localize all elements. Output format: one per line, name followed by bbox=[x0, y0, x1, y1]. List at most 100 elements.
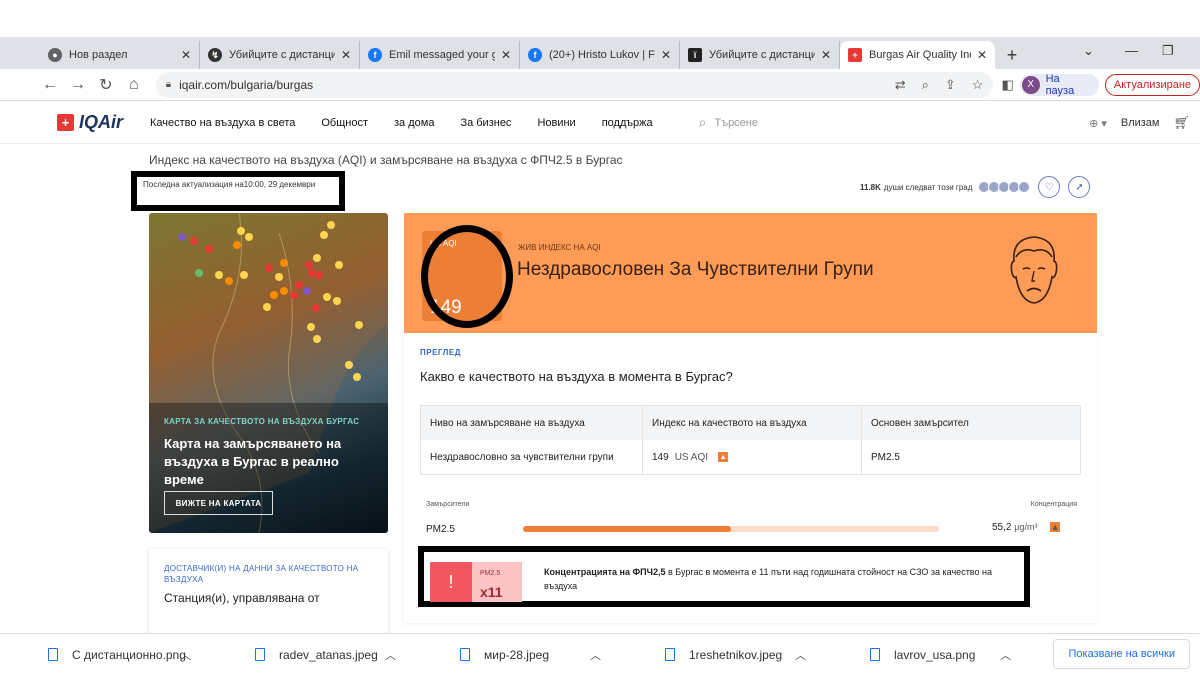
address-bar[interactable]: 🔒︎ iqair.com/bulgaria/burgas ⇄ ⌕ ⇪ ☆ bbox=[155, 71, 994, 98]
back-icon[interactable]: ← bbox=[38, 76, 62, 94]
follower-avatars bbox=[978, 181, 1031, 193]
update-button[interactable]: Актуализиране bbox=[1104, 73, 1200, 96]
site-header: + IQAir Качество на въздуха в света Общн… bbox=[0, 102, 1200, 144]
language-globe-icon[interactable]: ⊕ ▾ bbox=[1089, 117, 1107, 130]
chevron-up-icon[interactable]: ︿ bbox=[1000, 647, 1011, 663]
nav-community[interactable]: Общност bbox=[321, 117, 368, 129]
last-updated: Последна актуализация на10:00, 29 декемв… bbox=[131, 171, 345, 211]
chevron-up-icon[interactable]: ︿ bbox=[180, 647, 191, 663]
pm-label: PM2.5 bbox=[480, 570, 501, 577]
who-alert: ! PM2.5 x11 Концентрацията на ФПЧ2,5 в Б… bbox=[418, 546, 1030, 607]
aqi-index-cell: 149 US AQI ▲ bbox=[643, 440, 862, 474]
concentration-bar bbox=[523, 526, 939, 532]
download-item[interactable]: radev_atanas.jpeg ︿ bbox=[205, 648, 410, 662]
tab-5[interactable]: + Burgas Air Quality Ind ✕ bbox=[840, 41, 995, 69]
tab-search-icon[interactable]: ⌄ bbox=[1083, 37, 1094, 65]
reload-icon[interactable]: ↻ bbox=[94, 75, 118, 95]
iqair-logo[interactable]: + IQAir bbox=[57, 112, 123, 133]
profile-button[interactable]: X На пауза bbox=[1019, 73, 1099, 97]
tab-4[interactable]: ї Убийците с дистанци ✕ bbox=[680, 41, 840, 69]
search-icon: ⌕ bbox=[698, 114, 707, 130]
nav-support[interactable]: поддържа bbox=[602, 117, 653, 129]
close-icon[interactable]: ✕ bbox=[661, 48, 671, 62]
status-badge: ▲ bbox=[1050, 522, 1061, 532]
view-map-button[interactable]: ВИЖТЕ НА КАРТАТА bbox=[164, 491, 273, 515]
map-card[interactable]: КАРТА ЗА КАЧЕСТВОТО НА ВЪЗДУХА БУРГАС Ка… bbox=[149, 213, 388, 533]
swiss-cross-icon: + bbox=[57, 114, 74, 131]
show-all-downloads-button[interactable]: Показване на всички bbox=[1053, 639, 1190, 669]
download-item[interactable]: С дистанционно.png ︿ bbox=[0, 648, 205, 662]
close-icon[interactable]: ✕ bbox=[501, 48, 511, 62]
forward-icon[interactable]: → bbox=[66, 76, 90, 94]
cart-icon[interactable]: 🛒︎ bbox=[1173, 115, 1190, 131]
concentration-bar-fill bbox=[523, 526, 731, 532]
pollution-level: Нездравословно за чувствителни групи bbox=[421, 440, 643, 474]
chevron-up-icon[interactable]: ︿ bbox=[385, 647, 396, 663]
file-icon bbox=[460, 648, 470, 661]
site-icon: ↯ bbox=[208, 48, 222, 62]
chevron-up-icon[interactable]: ︿ bbox=[590, 647, 601, 663]
pollutants-header: Замърсители bbox=[426, 501, 470, 508]
facebook-icon: f bbox=[368, 48, 382, 62]
bookmark-star-icon[interactable]: ☆ bbox=[972, 77, 984, 93]
browser-toolbar: ← → ↻ ⌂ 🔒︎ iqair.com/bulgaria/burgas ⇄ ⌕… bbox=[0, 69, 1200, 101]
concentration-header: Концентрация bbox=[1030, 501, 1077, 508]
provider-label: ДОСТАВЧИК(И) НА ДАННИ ЗА КАЧЕСТВОТО НА В… bbox=[164, 564, 359, 584]
download-item[interactable]: 1reshetnikov.jpeg ︿ bbox=[615, 648, 820, 662]
warning-icon: ! bbox=[430, 562, 472, 602]
sad-face-icon bbox=[1010, 236, 1058, 304]
chevron-up-icon[interactable]: ︿ bbox=[795, 647, 806, 663]
download-item[interactable]: lavrov_usa.png ︿ bbox=[820, 648, 1025, 662]
window-titlebar bbox=[0, 0, 1200, 37]
overview-question: Какво е качеството на въздуха в момента … bbox=[420, 369, 733, 384]
table-header: Индекс на качеството на въздуха bbox=[643, 406, 862, 440]
aqi-index-value: 149 bbox=[652, 451, 669, 463]
minimize-icon[interactable]: — bbox=[1125, 37, 1138, 65]
globe-icon: ● bbox=[48, 48, 62, 62]
lock-icon: 🔒︎ bbox=[165, 79, 172, 90]
share-icon[interactable]: ⇪ bbox=[945, 77, 956, 93]
nav-home[interactable]: за дома bbox=[394, 117, 434, 129]
follow-heart-icon[interactable]: ♡ bbox=[1038, 176, 1061, 198]
provider-card: ДОСТАВЧИК(И) НА ДАННИ ЗА КАЧЕСТВОТО НА В… bbox=[149, 549, 388, 639]
overview-label: ПРЕГЛЕД bbox=[420, 348, 461, 357]
close-icon[interactable]: ✕ bbox=[341, 48, 351, 62]
tab-2[interactable]: f Emil messaged your g ✕ bbox=[360, 41, 520, 69]
tab-0[interactable]: ● Нов раздел ✕ bbox=[0, 41, 200, 69]
status-badge: ▲ bbox=[718, 452, 729, 462]
table-row: Нездравословно за чувствителни групи 149… bbox=[421, 440, 1080, 474]
restore-icon[interactable]: ❐ bbox=[1162, 37, 1174, 65]
close-icon[interactable]: ✕ bbox=[821, 48, 831, 62]
station-text: Станция(и), управлявана от bbox=[164, 591, 320, 605]
main-pollutant: PM2.5 bbox=[871, 451, 900, 463]
aqi-card: US AQI 149 ЖИВ ИНДЕКС НА AQI Нездравосло… bbox=[404, 213, 1097, 333]
nav-business[interactable]: За бизнес bbox=[460, 117, 511, 129]
home-icon[interactable]: ⌂ bbox=[122, 76, 146, 94]
close-icon[interactable]: ✕ bbox=[977, 48, 987, 62]
aqi-index-unit: US AQI bbox=[674, 451, 709, 463]
login-link[interactable]: Влизам bbox=[1121, 117, 1160, 129]
concentration-unit: µg/m³ bbox=[1014, 522, 1038, 532]
table-header: Основен замърсител bbox=[871, 417, 969, 429]
file-icon bbox=[870, 648, 880, 661]
share-arrow-icon[interactable]: ➚ bbox=[1068, 176, 1091, 198]
pollutant-name: PM2.5 bbox=[426, 524, 455, 535]
table-header: Ниво на замърсяване на въздуха bbox=[421, 406, 643, 440]
tab-1[interactable]: ↯ Убийците с дистанци ✕ bbox=[200, 41, 360, 69]
followers-count: 11.8K bbox=[860, 182, 881, 192]
avatar: X bbox=[1021, 75, 1040, 94]
nav-world-air-quality[interactable]: Качество на въздуха в света bbox=[150, 117, 295, 129]
search-input[interactable]: ⌕ Търсене bbox=[699, 114, 758, 131]
annotation-circle bbox=[421, 225, 513, 328]
side-panel-icon[interactable]: ◧ bbox=[1001, 77, 1013, 93]
map-card-label: КАРТА ЗА КАЧЕСТВОТО НА ВЪЗДУХА БУРГАС bbox=[164, 417, 360, 426]
translate-icon[interactable]: ⇄ bbox=[895, 77, 906, 93]
aqi-table: Ниво на замърсяване на въздуха Индекс на… bbox=[420, 405, 1081, 475]
zoom-icon[interactable]: ⌕ bbox=[922, 77, 929, 93]
new-tab-button[interactable]: + bbox=[999, 41, 1025, 69]
tab-3[interactable]: f (20+) Hristo Lukov | Fa ✕ bbox=[520, 41, 680, 69]
download-item[interactable]: мир-28.jpeg ︿ bbox=[410, 648, 615, 662]
close-icon[interactable]: ✕ bbox=[181, 48, 191, 62]
nav-news[interactable]: Новини bbox=[537, 117, 575, 129]
tab-strip: ● Нов раздел ✕ ↯ Убийците с дистанци ✕ f… bbox=[0, 37, 1200, 69]
